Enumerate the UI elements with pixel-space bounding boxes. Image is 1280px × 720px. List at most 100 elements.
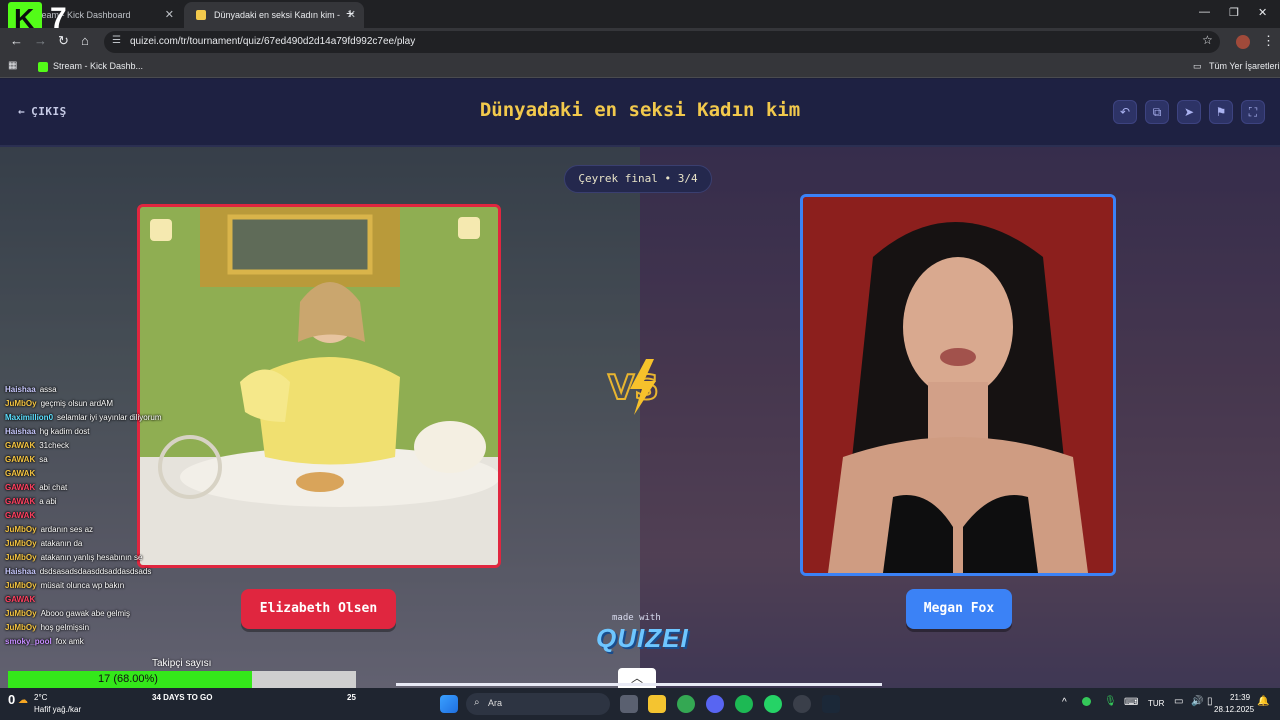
quizei-favicon-icon bbox=[196, 10, 206, 20]
notification-bell-icon[interactable]: 🔔 bbox=[1257, 696, 1269, 707]
chat-username[interactable]: GAWAK bbox=[5, 441, 35, 450]
bookmark-kick[interactable]: Stream - Kick Dashb... bbox=[53, 61, 143, 71]
chat-message: GAWAK sa bbox=[5, 455, 185, 469]
undo-icon[interactable]: ↶ bbox=[1113, 100, 1137, 124]
microphone-icon[interactable]: 🎙 bbox=[1104, 696, 1117, 707]
chat-text: dsdsasadsdaasddsaddasdsads bbox=[39, 567, 152, 576]
chat-username[interactable]: JuMbOy bbox=[5, 609, 37, 618]
windows-start-icon[interactable] bbox=[440, 695, 458, 713]
address-bar-row: ← → ↻ ⌂ ☰ quizei.com/tr/tournament/quiz/… bbox=[0, 28, 1280, 56]
chrome-icon[interactable] bbox=[677, 695, 695, 713]
back-icon[interactable]: ← bbox=[10, 33, 23, 48]
exit-label: ÇIKIŞ bbox=[31, 105, 67, 118]
keyboard-icon[interactable]: ⌨ bbox=[1124, 697, 1138, 708]
file-explorer-icon[interactable] bbox=[648, 695, 666, 713]
chat-username[interactable]: GAWAK bbox=[5, 511, 35, 520]
goal-title: Takipçi sayısı bbox=[152, 658, 212, 669]
days-to-go: 34 DAYS TO GO bbox=[152, 693, 213, 702]
clock-time[interactable]: 21:39 bbox=[1230, 693, 1250, 702]
volume-icon[interactable]: 🔊 bbox=[1191, 696, 1203, 707]
chat-username[interactable]: GAWAK bbox=[5, 469, 35, 478]
exit-button[interactable]: ← ÇIKIŞ bbox=[18, 105, 67, 118]
obs-icon[interactable] bbox=[793, 695, 811, 713]
chat-message: Haishaa assa bbox=[5, 385, 185, 399]
maximize-icon[interactable]: ❐ bbox=[1229, 6, 1239, 19]
fullscreen-icon[interactable]: ⛶ bbox=[1241, 100, 1265, 124]
menu-icon[interactable]: ⋮ bbox=[1262, 33, 1275, 49]
window-close-icon[interactable]: ✕ bbox=[1258, 6, 1267, 19]
tab-quiz[interactable]: Dünyadaki en seksi Kadın kim - ✕ bbox=[184, 2, 364, 28]
language-indicator[interactable]: TUR bbox=[1148, 699, 1164, 708]
apps-grid-icon[interactable]: ▦ bbox=[8, 60, 17, 71]
url-input[interactable]: ☰ quizei.com/tr/tournament/quiz/67ed490d… bbox=[104, 31, 1220, 53]
chat-text: hoş gelmişsin bbox=[40, 623, 90, 632]
send-icon[interactable]: ➤ bbox=[1177, 100, 1201, 124]
chat-username[interactable]: GAWAK bbox=[5, 497, 35, 506]
chat-text: Abooo gawak abe gelmiş bbox=[40, 609, 130, 618]
chat-username[interactable]: Haishaa bbox=[5, 385, 36, 394]
search-icon: ⌕ bbox=[474, 697, 480, 708]
discord-icon[interactable] bbox=[706, 695, 724, 713]
chat-username[interactable]: GAWAK bbox=[5, 483, 35, 492]
chat-username[interactable]: GAWAK bbox=[5, 595, 35, 604]
folder-icon: ▭ bbox=[1193, 61, 1202, 71]
chat-message: JuMbOy müsait olunca wp bakın bbox=[5, 581, 185, 595]
chat-username[interactable]: Haishaa bbox=[5, 427, 36, 436]
close-icon[interactable]: ✕ bbox=[165, 8, 174, 21]
forward-icon[interactable]: → bbox=[34, 33, 47, 48]
arrow-left-icon: ← bbox=[18, 105, 26, 118]
chevron-up-icon[interactable]: ^ bbox=[1062, 697, 1067, 708]
taskbar-search[interactable]: ⌕ Ara bbox=[466, 693, 610, 715]
chat-text: atakanın da bbox=[40, 539, 83, 548]
vote-right-button[interactable]: Megan Fox bbox=[906, 589, 1012, 629]
bookmarks-bar: ▦ Stream - Kick Dashb... ▭ Tüm Yer İşare… bbox=[0, 56, 1280, 78]
vote-left-button[interactable]: Elizabeth Olsen bbox=[241, 589, 396, 629]
chat-message: GAWAK 31check bbox=[5, 441, 185, 455]
reload-icon[interactable]: ↻ bbox=[58, 33, 69, 49]
clock-date[interactable]: 28.12.2025 bbox=[1214, 705, 1254, 714]
candidate-card-left[interactable] bbox=[137, 204, 501, 568]
chat-username[interactable]: JuMbOy bbox=[5, 399, 37, 408]
kick-favicon-icon bbox=[38, 62, 48, 72]
spotify-icon[interactable] bbox=[735, 695, 753, 713]
chat-text: fox amk bbox=[55, 637, 84, 646]
stream-chat-overlay: Haishaa assa JuMbOy geçmiş olsun ardAM Maxim… bbox=[5, 385, 185, 651]
network-icon[interactable]: ▭ bbox=[1174, 696, 1183, 707]
flag-icon[interactable]: ⚑ bbox=[1209, 100, 1233, 124]
weather-temp: 2°C bbox=[34, 693, 48, 702]
chat-text: hg kadim dost bbox=[39, 427, 90, 436]
chat-username[interactable]: JuMbOy bbox=[5, 623, 37, 632]
url-text: quizei.com/tr/tournament/quiz/67ed490d2d… bbox=[130, 36, 416, 47]
chat-username[interactable]: JuMbOy bbox=[5, 525, 37, 534]
chat-username[interactable]: GAWAK bbox=[5, 455, 35, 464]
quizei-logo[interactable]: QUIZEI bbox=[596, 623, 689, 654]
windows-taskbar: 0 ☁ 2°C Hafif yağ./kar 34 DAYS TO GO 25 … bbox=[0, 688, 1280, 720]
chat-username[interactable]: Haishaa bbox=[5, 567, 36, 576]
profile-avatar[interactable] bbox=[1236, 35, 1250, 49]
battery-icon[interactable]: ▯ bbox=[1207, 696, 1213, 707]
chat-text: müsait olunca wp bakın bbox=[40, 581, 125, 590]
chat-username[interactable]: JuMbOy bbox=[5, 539, 37, 548]
stream-zero-counter: 0 bbox=[8, 692, 16, 707]
task-view-icon[interactable] bbox=[620, 695, 638, 713]
minimize-icon[interactable]: — bbox=[1199, 6, 1210, 18]
chat-username[interactable]: JuMbOy bbox=[5, 581, 37, 590]
home-icon[interactable]: ⌂ bbox=[81, 33, 89, 48]
tab-label: Dünyadaki en seksi Kadın kim - bbox=[214, 10, 341, 20]
chat-message: JuMbOy ardanın ses az bbox=[5, 525, 185, 539]
new-tab-icon[interactable]: + bbox=[346, 5, 354, 21]
candidate-card-right[interactable] bbox=[800, 194, 1116, 576]
chat-username[interactable]: JuMbOy bbox=[5, 553, 37, 562]
whatsapp-icon[interactable] bbox=[764, 695, 782, 713]
chat-text: a abi bbox=[39, 497, 57, 506]
chat-username[interactable]: Maximillion0 bbox=[5, 413, 53, 422]
chat-message: JuMbOy atakanın yanlış hesabının se bbox=[5, 553, 185, 567]
share-icon[interactable]: ⧉ bbox=[1145, 100, 1169, 124]
chat-username[interactable]: smoky_pool bbox=[5, 637, 52, 646]
round-indicator: Çeyrek final • 3/4 bbox=[564, 165, 712, 193]
weather-icon: ☁ bbox=[18, 695, 28, 706]
site-info-icon[interactable]: ☰ bbox=[112, 35, 121, 46]
steam-icon[interactable] bbox=[822, 695, 840, 713]
bookmark-star-icon[interactable]: ☆ bbox=[1202, 33, 1213, 47]
all-bookmarks[interactable]: Tüm Yer İşaretleri bbox=[1209, 61, 1280, 71]
